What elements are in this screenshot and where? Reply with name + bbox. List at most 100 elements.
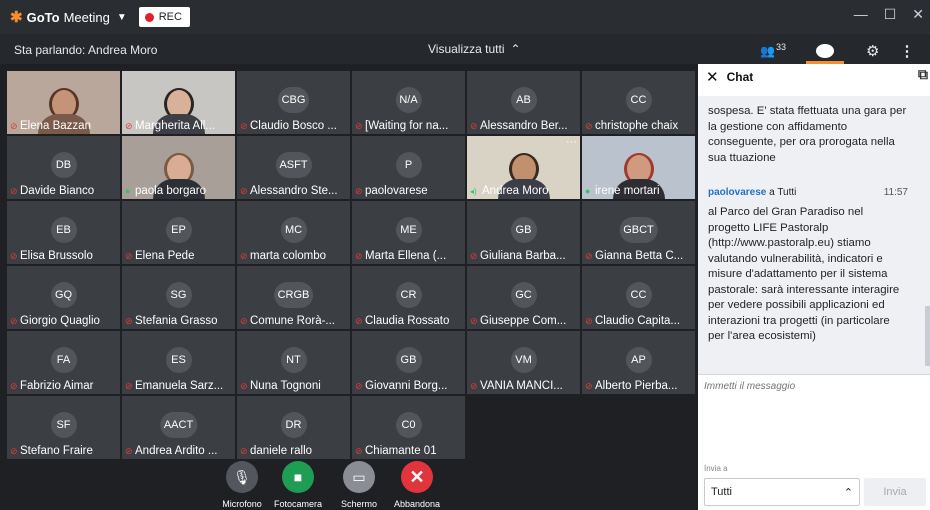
chat-compose-area[interactable] <box>698 374 930 458</box>
participant-name: Gianna Betta C... <box>595 250 684 262</box>
mic-muted-icon: ⊘ <box>470 315 478 326</box>
participant-label: ⊘ Chiamante 01 <box>352 445 465 457</box>
mic-muted-icon: ⊘ <box>125 250 133 261</box>
chat-messages: sospesa. E' stata ffettuata una gara per… <box>698 96 930 374</box>
participant-tile[interactable]: SG ⊘ Stefania Grasso <box>122 266 235 329</box>
participant-tile[interactable]: DR ⊘ daniele rallo <box>237 396 350 459</box>
participant-tile[interactable]: N/A ⊘ [Waiting for na... <box>352 71 465 134</box>
participant-tile[interactable]: CC ⊘ christophe chaix <box>582 71 695 134</box>
popout-icon[interactable]: ⧉ <box>918 66 928 83</box>
participant-label: ⊘ Alessandro Ber... <box>467 120 580 132</box>
mic-muted-icon: ⊘ <box>585 380 593 391</box>
participant-tile[interactable]: ⊘ Margherita All... <box>122 71 235 134</box>
participant-label: ● paola borgaro <box>122 185 235 197</box>
participant-tile[interactable]: GB ⊘ Giuliana Barba... <box>467 201 580 264</box>
close-icon: ✕ <box>401 461 433 493</box>
mic-muted-icon: ⊘ <box>240 380 248 391</box>
mic-button[interactable]: 🎙 Microfono <box>212 461 272 509</box>
participant-label: ⊘ daniele rallo <box>237 445 350 457</box>
participant-name: christophe chaix <box>595 120 679 132</box>
participant-name: Claudia Rossato <box>365 315 450 327</box>
close-window-icon[interactable]: ✕ <box>912 6 924 23</box>
participant-tile[interactable]: DB ⊘ Davide Bianco <box>7 136 120 199</box>
participant-tile[interactable]: FA ⊘ Fabrizio Aimar <box>7 331 120 394</box>
gotomeeting-logo-icon: ✱ <box>10 9 23 26</box>
chat-scrollbar[interactable] <box>925 96 930 374</box>
participant-label: ⊘ Stefania Grasso <box>122 315 235 327</box>
scrollbar-thumb[interactable] <box>925 306 930 366</box>
participant-tile[interactable]: EB ⊘ Elisa Brussolo <box>7 201 120 264</box>
mic-muted-icon: ⊘ <box>10 380 18 391</box>
participant-tile[interactable]: NT ⊘ Nuna Tognoni <box>237 331 350 394</box>
mic-muted-icon: ⊘ <box>125 380 133 391</box>
chat-tab-button[interactable] <box>800 38 850 64</box>
participant-tile[interactable]: VM ⊘ VANIA MANCI... <box>467 331 580 394</box>
participant-tile[interactable]: CC ⊘ Claudio Capita... <box>582 266 695 329</box>
participant-tile[interactable]: ● paola borgaro <box>122 136 235 199</box>
participant-tile[interactable]: C0 ⊘ Chiamante 01 <box>352 396 465 459</box>
app-menu-button[interactable]: ✱ GoTo Meeting ▼ <box>10 8 127 26</box>
message-sender: paolovarese <box>708 187 767 198</box>
mic-muted-icon: ⊘ <box>10 185 18 196</box>
participant-tile[interactable]: ASFT ⊘ Alessandro Ste... <box>237 136 350 199</box>
participant-tile[interactable]: EP ⊘ Elena Pede <box>122 201 235 264</box>
participant-tile[interactable]: ··· ◂) Andrea Moro <box>467 136 580 199</box>
minimize-icon[interactable]: — <box>854 6 868 23</box>
maximize-icon[interactable]: ☐ <box>884 6 897 23</box>
mic-on-icon: ● <box>125 186 131 196</box>
participant-tile[interactable]: AP ⊘ Alberto Pierba... <box>582 331 695 394</box>
recipient-select[interactable]: Tutti ⌃ <box>704 478 860 506</box>
participant-initials: AP <box>625 347 652 373</box>
participant-name: Stefania Grasso <box>135 315 218 327</box>
rec-button[interactable]: REC <box>138 7 190 27</box>
participant-tile[interactable]: GC ⊘ Giuseppe Com... <box>467 266 580 329</box>
participants-button[interactable]: 👥 33 <box>760 42 800 58</box>
gear-icon[interactable]: ⚙ <box>866 42 879 60</box>
participant-tile[interactable]: GBCT ⊘ Gianna Betta C... <box>582 201 695 264</box>
participant-tile[interactable]: SF ⊘ Stefano Fraire <box>7 396 120 459</box>
participant-name: Elisa Brussolo <box>20 250 93 262</box>
participant-tile[interactable]: AB ⊘ Alessandro Ber... <box>467 71 580 134</box>
participant-label: ⊘ Alberto Pierba... <box>582 380 695 392</box>
send-button[interactable]: Invia <box>864 478 926 506</box>
participant-name: daniele rallo <box>250 445 313 457</box>
participant-tile[interactable]: ME ⊘ Marta Ellena (... <box>352 201 465 264</box>
participant-initials: CRGB <box>273 282 314 308</box>
participant-tile[interactable]: ● irene mortari <box>582 136 695 199</box>
participant-label: ⊘ Emanuela Sarz... <box>122 380 235 392</box>
participant-tile[interactable]: ES ⊘ Emanuela Sarz... <box>122 331 235 394</box>
participant-tile[interactable]: CRGB ⊘ Comune Rorà-... <box>237 266 350 329</box>
view-all-dropdown[interactable]: Visualizza tutti ⌃ <box>428 42 521 56</box>
window-controls: — ☐ ✕ <box>854 6 924 23</box>
mic-muted-icon: ⊘ <box>10 120 18 131</box>
participant-initials: VM <box>510 347 537 373</box>
participant-tile[interactable]: P ⊘ paolovarese <box>352 136 465 199</box>
participant-tile[interactable]: GB ⊘ Giovanni Borg... <box>352 331 465 394</box>
participant-name: Giorgio Quaglio <box>20 315 100 327</box>
participant-label: ⊘ Elisa Brussolo <box>7 250 120 262</box>
chat-message-input[interactable] <box>704 381 924 392</box>
active-speaker-label: Sta parlando: Andrea Moro <box>14 43 158 57</box>
screen-button[interactable]: ▭ Schermo <box>329 461 389 509</box>
participant-tile[interactable]: GQ ⊘ Giorgio Quaglio <box>7 266 120 329</box>
participant-initials: N/A <box>395 87 422 113</box>
message-time: 11:57 <box>883 187 908 198</box>
camera-button[interactable]: ■ Fotocamera <box>268 461 328 509</box>
mic-on-icon: ● <box>585 186 591 196</box>
participant-tile[interactable]: CR ⊘ Claudia Rossato <box>352 266 465 329</box>
participant-tile[interactable]: AACT ⊘ Andrea Ardito ... <box>122 396 235 459</box>
participant-tile[interactable]: CBG ⊘ Claudio Bosco ... <box>237 71 350 134</box>
participant-tile[interactable]: MC ⊘ marta colombo <box>237 201 350 264</box>
more-options-icon[interactable]: ⋮ <box>899 42 914 60</box>
mic-muted-icon: ⊘ <box>355 185 363 196</box>
participant-label: ⊘ VANIA MANCI... <box>467 380 580 392</box>
close-icon[interactable]: ✕ <box>706 68 719 86</box>
participant-name: Giovanni Borg... <box>365 380 448 392</box>
tile-options-icon[interactable]: ··· <box>566 136 577 148</box>
participant-tile[interactable]: ⊘ Elena Bazzan <box>7 71 120 134</box>
leave-button[interactable]: ✕ Abbandona <box>387 461 447 509</box>
participant-initials: SG <box>165 282 192 308</box>
participant-name: Andrea Moro <box>482 185 549 197</box>
mic-muted-icon: ⊘ <box>355 445 363 456</box>
toolbar-right-group: 👥 33 ⚙ ⋮ <box>760 38 914 64</box>
